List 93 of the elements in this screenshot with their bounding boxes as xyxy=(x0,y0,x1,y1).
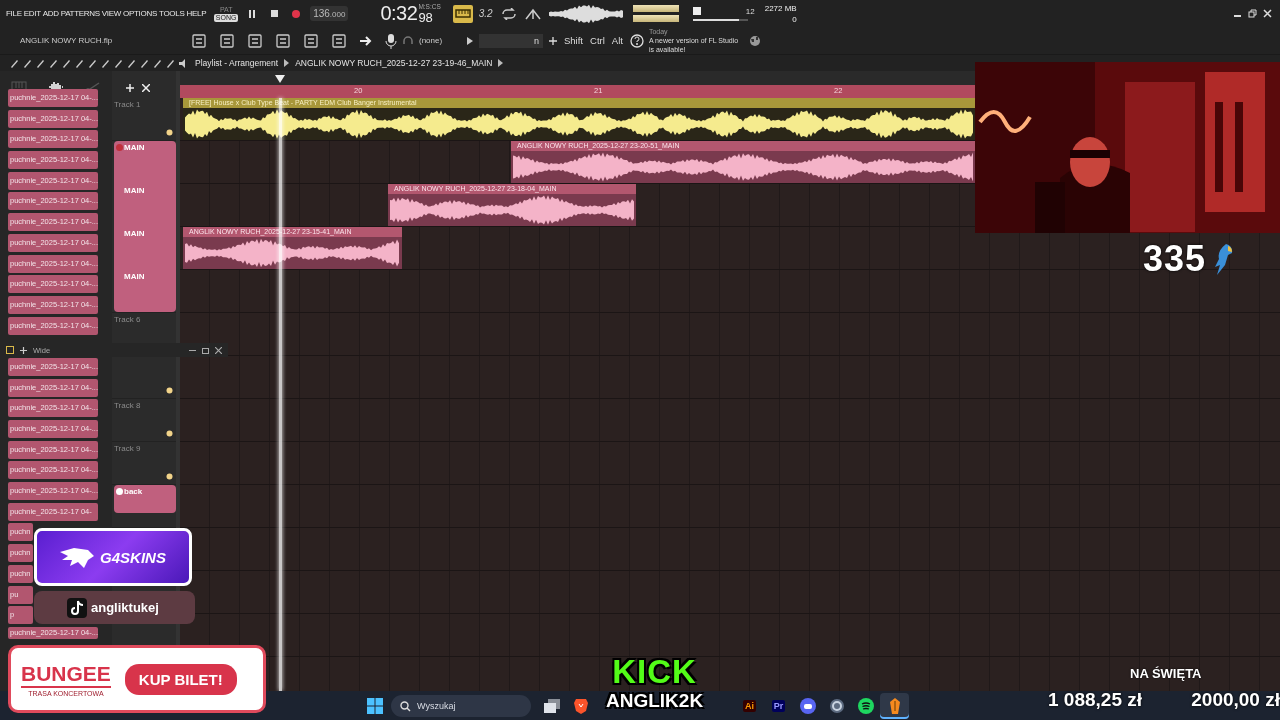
play-arrow-icon[interactable] xyxy=(467,36,473,45)
memory-usage: 2272 MB xyxy=(764,2,797,14)
menu-item[interactable]: VIEW xyxy=(101,9,122,18)
polyphony-count: 0 xyxy=(792,13,797,25)
info-icon xyxy=(116,488,123,495)
menu-item[interactable]: EDIT xyxy=(23,9,41,18)
close-icon[interactable] xyxy=(215,346,222,354)
track-name: MAIN xyxy=(124,229,145,238)
track-name[interactable]: Track 6 xyxy=(114,315,141,324)
track-knob-icon[interactable] xyxy=(166,473,173,480)
channel-name: ANGLIK2K xyxy=(606,689,704,713)
pattern-selector[interactable]: (none) xyxy=(419,36,461,45)
loop-marker-icon[interactable] xyxy=(275,75,285,83)
name-field[interactable]: n xyxy=(479,33,543,48)
cpu-meter-icon xyxy=(692,7,701,15)
taskbar-app[interactable]: Pr xyxy=(764,693,793,719)
modifier-key[interactable]: Alt xyxy=(611,35,623,46)
time-centiseconds: 98 xyxy=(418,9,434,25)
metronome-icon[interactable] xyxy=(524,7,541,20)
arrangement-name[interactable]: ANGLIK NOWY RUCH_2025-12-27 23-19-46_MAIN xyxy=(295,58,493,68)
help-icon[interactable] xyxy=(628,33,645,48)
window-icon xyxy=(6,346,14,354)
toolbar-icon[interactable] xyxy=(275,32,291,49)
project-file-name: ANGLIK NOWY RUCH.flp xyxy=(20,36,114,45)
lion-shield-icon xyxy=(573,698,588,714)
track-knob-icon[interactable] xyxy=(166,387,173,394)
donation-amount: 1 088,25 zł xyxy=(1048,689,1143,711)
song-time: 0:32 xyxy=(380,2,418,25)
music-note-icon xyxy=(67,597,87,618)
kick-logo: KICK xyxy=(612,656,697,688)
search-icon xyxy=(400,701,411,712)
restore-icon[interactable] xyxy=(1248,9,1257,18)
track-header[interactable]: back xyxy=(114,485,176,513)
music-app-icon xyxy=(857,698,874,714)
social-banner: angliktukej xyxy=(34,591,195,624)
chevron-icon xyxy=(284,59,290,67)
toolbar-icon[interactable] xyxy=(219,32,235,49)
menu-item[interactable]: PATTERNS xyxy=(60,9,100,18)
fruit-icon xyxy=(887,698,902,714)
track-name[interactable]: Track 8 xyxy=(114,401,141,410)
tempo-field[interactable]: 136.000 xyxy=(310,6,349,21)
donation-target: 2000,00 zł xyxy=(1191,689,1280,711)
stop-icon xyxy=(270,10,278,17)
typing-keyboard-icon[interactable] xyxy=(452,4,473,23)
menu-item[interactable]: OPTIONS xyxy=(123,9,157,18)
headphones-icon xyxy=(403,35,413,46)
sponsor-banner: G4SKINS xyxy=(34,528,192,586)
track-name[interactable]: Track 9 xyxy=(114,444,141,453)
toolbar-icon[interactable] xyxy=(303,32,319,49)
modifier-key[interactable]: Ctrl xyxy=(590,35,605,46)
panther-icon xyxy=(60,546,95,568)
brand-logo: BUNGEE xyxy=(21,661,111,688)
plus-icon[interactable] xyxy=(20,346,27,354)
track-name: MAIN xyxy=(124,272,145,281)
toolbar-icon[interactable] xyxy=(247,32,263,49)
menu-item[interactable]: ADD xyxy=(42,9,59,18)
taskbar-app[interactable]: Ai xyxy=(735,693,764,719)
level-meter xyxy=(632,5,679,22)
plus-icon[interactable] xyxy=(549,36,557,45)
track-group-header[interactable]: MAIN MAIN MAIN MAIN xyxy=(114,141,176,312)
track-knob-icon[interactable] xyxy=(166,430,173,437)
chevron-icon xyxy=(498,59,504,67)
track-name[interactable]: Track 1 xyxy=(114,100,141,109)
oscilloscope-icon xyxy=(548,3,623,24)
chat-app-icon xyxy=(799,698,816,714)
snap-selector[interactable]: 3.2 xyxy=(478,8,493,19)
master-volume-slider[interactable] xyxy=(692,18,748,21)
track-name: back xyxy=(124,487,143,496)
track-name: MAIN xyxy=(124,143,145,152)
voice-count: 12 xyxy=(745,6,755,16)
microphone-icon[interactable] xyxy=(385,32,397,49)
maximize-icon[interactable] xyxy=(202,346,209,354)
record-icon xyxy=(292,9,301,18)
menu-item[interactable]: HELP xyxy=(186,9,207,18)
pause-icon xyxy=(248,9,257,18)
windows-start-icon[interactable] xyxy=(367,698,383,714)
toolbar-icon[interactable] xyxy=(191,32,207,49)
track-name: MAIN xyxy=(124,186,145,195)
viewer-count: 335 xyxy=(1143,238,1207,280)
goal-title: NA ŚWIĘTA xyxy=(1130,666,1202,681)
arrow-icon[interactable] xyxy=(359,34,373,47)
task-view-icon xyxy=(543,699,560,713)
search-field[interactable]: Wyszukaj xyxy=(391,695,531,717)
toolbar-icon[interactable] xyxy=(331,32,347,49)
globe-icon[interactable] xyxy=(748,34,761,47)
settings-icon xyxy=(828,698,845,714)
menu-item[interactable]: FILE xyxy=(6,9,22,18)
modifier-key[interactable]: Shift xyxy=(564,35,583,46)
menu-item[interactable]: TOOLS xyxy=(159,9,185,18)
loop-icon[interactable] xyxy=(500,7,517,20)
playlist-title: Playlist - Arrangement xyxy=(195,58,279,68)
buy-ticket-button[interactable]: KUP BILET! xyxy=(124,663,237,695)
track-knob-icon[interactable] xyxy=(166,129,173,136)
